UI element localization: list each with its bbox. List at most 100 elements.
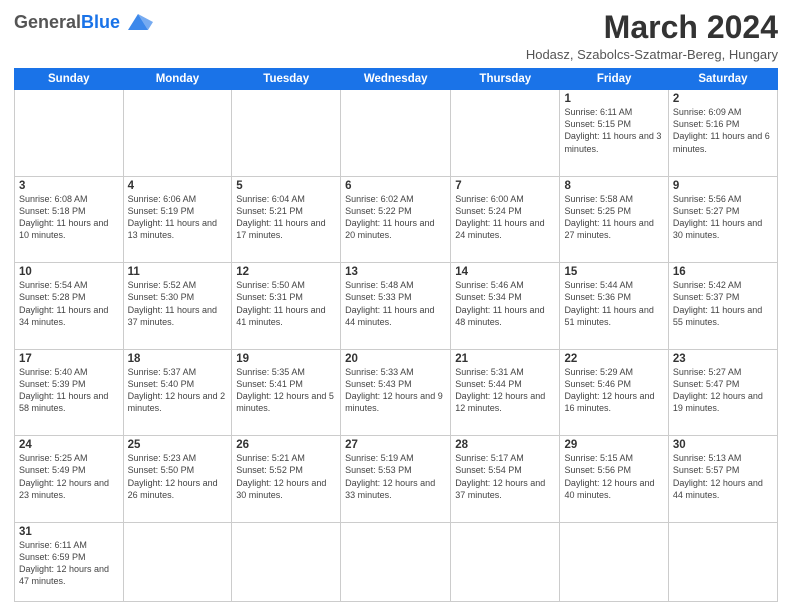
logo: General Blue [14, 10, 153, 34]
day-info: Sunrise: 6:02 AM Sunset: 5:22 PM Dayligh… [345, 193, 446, 242]
calendar-cell [451, 522, 560, 601]
page: General Blue March 2024 Hodasz, Szabolcs… [0, 0, 792, 612]
calendar-header-row: Sunday Monday Tuesday Wednesday Thursday… [15, 69, 778, 90]
calendar-cell [232, 522, 341, 601]
calendar-cell: 8Sunrise: 5:58 AM Sunset: 5:25 PM Daylig… [560, 176, 668, 263]
calendar-cell: 19Sunrise: 5:35 AM Sunset: 5:41 PM Dayli… [232, 349, 341, 436]
calendar-cell: 10Sunrise: 5:54 AM Sunset: 5:28 PM Dayli… [15, 263, 124, 350]
day-number: 16 [673, 266, 773, 278]
title-location: Hodasz, Szabolcs-Szatmar-Bereg, Hungary [526, 47, 778, 62]
day-number: 26 [236, 439, 336, 451]
calendar-cell: 13Sunrise: 5:48 AM Sunset: 5:33 PM Dayli… [341, 263, 451, 350]
logo-general: General [14, 12, 81, 33]
day-info: Sunrise: 5:25 AM Sunset: 5:49 PM Dayligh… [19, 452, 119, 501]
day-number: 22 [564, 353, 663, 365]
calendar-cell: 7Sunrise: 6:00 AM Sunset: 5:24 PM Daylig… [451, 176, 560, 263]
calendar-cell [15, 90, 124, 177]
calendar-cell [341, 522, 451, 601]
day-number: 7 [455, 180, 555, 192]
day-number: 20 [345, 353, 446, 365]
calendar-cell: 24Sunrise: 5:25 AM Sunset: 5:49 PM Dayli… [15, 436, 124, 523]
col-friday: Friday [560, 69, 668, 90]
day-number: 11 [128, 266, 228, 278]
calendar-cell: 26Sunrise: 5:21 AM Sunset: 5:52 PM Dayli… [232, 436, 341, 523]
col-wednesday: Wednesday [341, 69, 451, 90]
day-info: Sunrise: 5:29 AM Sunset: 5:46 PM Dayligh… [564, 366, 663, 415]
day-number: 28 [455, 439, 555, 451]
day-number: 5 [236, 180, 336, 192]
logo-icon [123, 10, 153, 34]
day-number: 24 [19, 439, 119, 451]
day-number: 8 [564, 180, 663, 192]
calendar-cell: 11Sunrise: 5:52 AM Sunset: 5:30 PM Dayli… [123, 263, 232, 350]
col-monday: Monday [123, 69, 232, 90]
day-info: Sunrise: 5:48 AM Sunset: 5:33 PM Dayligh… [345, 279, 446, 328]
calendar-cell: 18Sunrise: 5:37 AM Sunset: 5:40 PM Dayli… [123, 349, 232, 436]
day-number: 12 [236, 266, 336, 278]
calendar-cell: 16Sunrise: 5:42 AM Sunset: 5:37 PM Dayli… [668, 263, 777, 350]
day-info: Sunrise: 6:06 AM Sunset: 5:19 PM Dayligh… [128, 193, 228, 242]
day-info: Sunrise: 5:42 AM Sunset: 5:37 PM Dayligh… [673, 279, 773, 328]
calendar-cell: 14Sunrise: 5:46 AM Sunset: 5:34 PM Dayli… [451, 263, 560, 350]
week-row-6: 31Sunrise: 6:11 AM Sunset: 6:59 PM Dayli… [15, 522, 778, 601]
day-info: Sunrise: 5:40 AM Sunset: 5:39 PM Dayligh… [19, 366, 119, 415]
day-info: Sunrise: 5:54 AM Sunset: 5:28 PM Dayligh… [19, 279, 119, 328]
calendar-cell [451, 90, 560, 177]
day-number: 23 [673, 353, 773, 365]
day-info: Sunrise: 5:13 AM Sunset: 5:57 PM Dayligh… [673, 452, 773, 501]
calendar-cell: 17Sunrise: 5:40 AM Sunset: 5:39 PM Dayli… [15, 349, 124, 436]
day-number: 3 [19, 180, 119, 192]
day-info: Sunrise: 5:33 AM Sunset: 5:43 PM Dayligh… [345, 366, 446, 415]
day-number: 30 [673, 439, 773, 451]
week-row-4: 17Sunrise: 5:40 AM Sunset: 5:39 PM Dayli… [15, 349, 778, 436]
calendar-cell: 31Sunrise: 6:11 AM Sunset: 6:59 PM Dayli… [15, 522, 124, 601]
day-info: Sunrise: 6:11 AM Sunset: 6:59 PM Dayligh… [19, 539, 119, 588]
day-number: 17 [19, 353, 119, 365]
title-block: March 2024 Hodasz, Szabolcs-Szatmar-Bere… [526, 10, 778, 62]
day-number: 25 [128, 439, 228, 451]
calendar-cell: 30Sunrise: 5:13 AM Sunset: 5:57 PM Dayli… [668, 436, 777, 523]
calendar-cell: 6Sunrise: 6:02 AM Sunset: 5:22 PM Daylig… [341, 176, 451, 263]
week-row-5: 24Sunrise: 5:25 AM Sunset: 5:49 PM Dayli… [15, 436, 778, 523]
calendar-cell: 23Sunrise: 5:27 AM Sunset: 5:47 PM Dayli… [668, 349, 777, 436]
day-info: Sunrise: 5:21 AM Sunset: 5:52 PM Dayligh… [236, 452, 336, 501]
calendar-cell: 20Sunrise: 5:33 AM Sunset: 5:43 PM Dayli… [341, 349, 451, 436]
day-info: Sunrise: 5:56 AM Sunset: 5:27 PM Dayligh… [673, 193, 773, 242]
day-number: 27 [345, 439, 446, 451]
calendar-cell: 29Sunrise: 5:15 AM Sunset: 5:56 PM Dayli… [560, 436, 668, 523]
calendar-cell: 27Sunrise: 5:19 AM Sunset: 5:53 PM Dayli… [341, 436, 451, 523]
col-thursday: Thursday [451, 69, 560, 90]
day-number: 6 [345, 180, 446, 192]
day-info: Sunrise: 5:37 AM Sunset: 5:40 PM Dayligh… [128, 366, 228, 415]
week-row-1: 1Sunrise: 6:11 AM Sunset: 5:15 PM Daylig… [15, 90, 778, 177]
day-number: 14 [455, 266, 555, 278]
day-number: 19 [236, 353, 336, 365]
week-row-3: 10Sunrise: 5:54 AM Sunset: 5:28 PM Dayli… [15, 263, 778, 350]
day-number: 21 [455, 353, 555, 365]
day-info: Sunrise: 5:15 AM Sunset: 5:56 PM Dayligh… [564, 452, 663, 501]
week-row-2: 3Sunrise: 6:08 AM Sunset: 5:18 PM Daylig… [15, 176, 778, 263]
day-info: Sunrise: 5:44 AM Sunset: 5:36 PM Dayligh… [564, 279, 663, 328]
calendar-cell: 25Sunrise: 5:23 AM Sunset: 5:50 PM Dayli… [123, 436, 232, 523]
day-info: Sunrise: 5:27 AM Sunset: 5:47 PM Dayligh… [673, 366, 773, 415]
day-info: Sunrise: 5:35 AM Sunset: 5:41 PM Dayligh… [236, 366, 336, 415]
logo-blue: Blue [81, 12, 120, 33]
col-tuesday: Tuesday [232, 69, 341, 90]
day-info: Sunrise: 5:17 AM Sunset: 5:54 PM Dayligh… [455, 452, 555, 501]
day-info: Sunrise: 5:31 AM Sunset: 5:44 PM Dayligh… [455, 366, 555, 415]
day-number: 29 [564, 439, 663, 451]
col-saturday: Saturday [668, 69, 777, 90]
day-info: Sunrise: 5:19 AM Sunset: 5:53 PM Dayligh… [345, 452, 446, 501]
calendar-cell: 4Sunrise: 6:06 AM Sunset: 5:19 PM Daylig… [123, 176, 232, 263]
calendar-cell: 15Sunrise: 5:44 AM Sunset: 5:36 PM Dayli… [560, 263, 668, 350]
day-info: Sunrise: 6:11 AM Sunset: 5:15 PM Dayligh… [564, 106, 663, 155]
day-number: 4 [128, 180, 228, 192]
calendar-cell: 5Sunrise: 6:04 AM Sunset: 5:21 PM Daylig… [232, 176, 341, 263]
day-info: Sunrise: 6:00 AM Sunset: 5:24 PM Dayligh… [455, 193, 555, 242]
calendar-cell: 3Sunrise: 6:08 AM Sunset: 5:18 PM Daylig… [15, 176, 124, 263]
calendar-cell: 1Sunrise: 6:11 AM Sunset: 5:15 PM Daylig… [560, 90, 668, 177]
calendar-table: Sunday Monday Tuesday Wednesday Thursday… [14, 68, 778, 602]
calendar-cell [560, 522, 668, 601]
day-number: 15 [564, 266, 663, 278]
day-number: 18 [128, 353, 228, 365]
